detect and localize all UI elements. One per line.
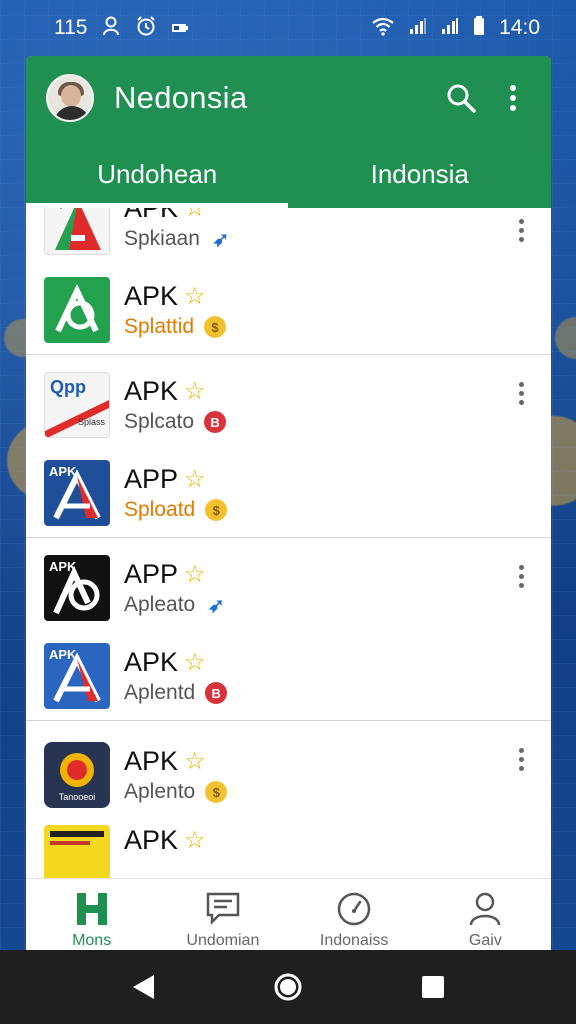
app-icon: APK [44, 460, 110, 526]
star-icon: ☆ [184, 561, 206, 588]
status-clock: 14:0 [499, 16, 540, 39]
verified-icon: ➶ [212, 228, 230, 251]
app-name: APP [124, 559, 179, 589]
app-name: APK [124, 208, 179, 223]
back-button[interactable] [113, 957, 173, 1017]
tab-bar: Undohean Indonsia [26, 140, 551, 208]
app-name: APK [124, 647, 179, 677]
app-subtitle: Aplento [124, 780, 196, 803]
wifi-icon [371, 16, 395, 40]
app-subtitle: Aplentd [124, 681, 196, 704]
list-item[interactable]: APK ☆ [26, 819, 551, 878]
tab-undohean[interactable]: Undohean [26, 140, 289, 208]
home-button[interactable] [258, 957, 318, 1017]
list-item[interactable]: Tanooeoi APK ☆ Aplento $ [26, 731, 551, 819]
list-item[interactable]: APK ☆ Splattid $ [26, 266, 551, 354]
app-subtitle: Sploatd [124, 498, 196, 521]
system-navigation-bar [0, 950, 576, 1024]
back-icon [132, 975, 154, 999]
signal-icon [441, 17, 459, 39]
coin-icon: $ [205, 781, 228, 803]
search-icon [447, 84, 476, 113]
person-icon [101, 16, 121, 40]
star-icon: ☆ [184, 466, 206, 493]
star-icon: ☆ [184, 649, 206, 676]
app-subtitle: Spkiaan [124, 227, 200, 250]
app-name: APP [124, 464, 179, 494]
battery-saver-icon [171, 18, 189, 38]
more-options-button[interactable] [493, 78, 533, 118]
item-more-button[interactable] [509, 560, 533, 592]
nav-item-mons[interactable]: Mons [26, 879, 157, 950]
shield-icon: B [204, 411, 227, 433]
app-name: APK [124, 281, 179, 311]
list-item[interactable]: APK APK ☆ Aplentd B [26, 632, 551, 720]
app-icon: APK [44, 555, 110, 621]
app-name: APK [124, 825, 179, 855]
app-name: APK [124, 746, 179, 776]
app-icon: Dp [44, 208, 110, 255]
app-icon: APK [44, 643, 110, 709]
app-subtitle: Apleato [124, 593, 196, 616]
nav-label: Undomian [186, 932, 260, 949]
star-icon: ☆ [184, 827, 206, 854]
app-window: Nedonsia Undohean Indonsia Dp A [26, 56, 551, 950]
home-h-icon [75, 888, 109, 930]
alarm-icon [135, 15, 157, 41]
app-subtitle: Splattid [124, 315, 195, 338]
star-icon: ☆ [184, 283, 206, 310]
app-icon: Qpp Splass [44, 372, 110, 438]
recents-button[interactable] [403, 957, 463, 1017]
tab-indonsia[interactable]: Indonsia [289, 140, 552, 208]
status-time-left: 115 [54, 16, 88, 39]
list-group: Qpp Splass APK ☆ Splcato B APK APP ☆ Sploat… [26, 355, 551, 538]
list-item[interactable]: Qpp Splass APK ☆ Splcato B [26, 361, 551, 449]
nav-item-indonaiss[interactable]: Indonaiss [289, 879, 420, 950]
app-list[interactable]: Dp APK☆ Spkiaan➶ APK☆ Splattid$ [26, 208, 551, 878]
nav-item-gaiv[interactable]: Gaiv [420, 879, 551, 950]
speedometer-icon [336, 888, 372, 930]
list-item[interactable]: APK APP ☆ Apleato ➶ [26, 544, 551, 632]
star-icon: ☆ [184, 748, 206, 775]
shield-icon: B [205, 682, 228, 704]
nav-label: Indonaiss [319, 932, 389, 949]
person-icon [468, 888, 502, 930]
app-icon: Tanooeoi [44, 742, 110, 808]
list-item[interactable]: Dp APK ☆ Spkiaan ➶ [26, 208, 551, 266]
home-icon [274, 973, 302, 1001]
avatar[interactable] [46, 74, 94, 122]
page-title: Nedonsia [114, 80, 248, 115]
coin-icon: $ [204, 316, 227, 338]
nav-label: Mons [72, 932, 112, 949]
status-bar: 115 14:0 [0, 0, 576, 56]
list-group: Dp APK☆ Spkiaan➶ APK☆ Splattid$ [26, 208, 551, 355]
app-icon [44, 825, 110, 878]
bottom-navigation: Mons Undomian Indonaiss Gaiv [26, 878, 551, 950]
more-vert-icon [510, 85, 516, 111]
list-item[interactable]: APK APP ☆ Sploatd $ [26, 449, 551, 537]
item-more-button[interactable] [509, 377, 533, 409]
nav-label: Gaiv [468, 932, 502, 949]
recents-icon [422, 976, 445, 998]
star-icon: ☆ [184, 378, 206, 405]
verified-icon: ➶ [207, 594, 225, 617]
battery-icon [473, 16, 485, 40]
star-icon: ☆ [184, 208, 206, 222]
coin-icon: $ [205, 499, 228, 521]
list-group: APK APP ☆ Apleato ➶ APK APK ☆ Aplentd B [26, 538, 551, 721]
chat-icon [205, 888, 241, 930]
app-icon [44, 277, 110, 343]
search-button[interactable] [441, 78, 481, 118]
nav-item-undomian[interactable]: Undomian [157, 879, 288, 950]
item-more-button[interactable] [509, 743, 533, 775]
app-name: APK [124, 376, 179, 406]
signal-icon [409, 17, 427, 39]
item-more-button[interactable] [509, 214, 533, 246]
list-group: Tanooeoi APK ☆ Aplento $ APK ☆ [26, 721, 551, 878]
app-bar: Nedonsia Undohean Indonsia [26, 56, 551, 208]
app-subtitle: Splcato [124, 410, 195, 433]
